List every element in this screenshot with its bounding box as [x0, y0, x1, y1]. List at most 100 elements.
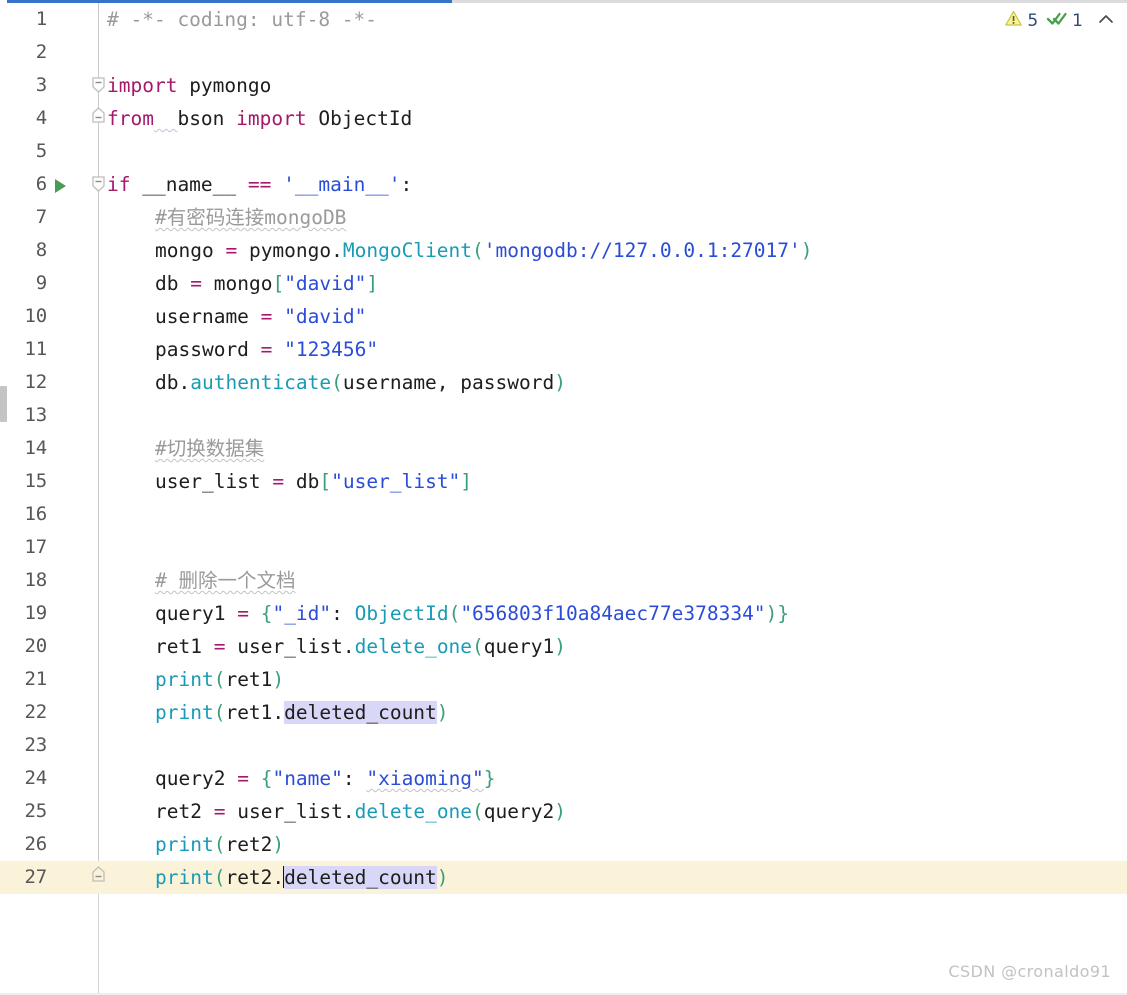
paren-close: ): [800, 239, 813, 262]
editor-row[interactable]: 2: [0, 36, 1127, 69]
code-editor[interactable]: 1 # -*- coding: utf-8 -*- 2 3 import pym…: [0, 0, 1127, 995]
operator-assign: =: [190, 272, 202, 295]
code-line[interactable]: ret1 = user_list.delete_one(query1): [155, 630, 566, 663]
line-number: 19: [24, 602, 48, 624]
code-line[interactable]: mongo = pymongo.MongoClient('mongodb://1…: [155, 234, 813, 267]
inspection-status-widget[interactable]: 5 1: [1002, 7, 1115, 35]
fold-marker-end-icon[interactable]: [90, 106, 107, 123]
code-line[interactable]: print(ret2.deleted_count): [155, 861, 449, 894]
editor-row[interactable]: 15 user_list = db["user_list"]: [0, 465, 1127, 498]
editor-row[interactable]: 21 print(ret1): [0, 663, 1127, 696]
editor-row[interactable]: 10 username = "david": [0, 300, 1127, 333]
paren-close: ): [436, 866, 449, 889]
paren-close: ): [765, 602, 778, 625]
line-number: 22: [24, 701, 48, 723]
editor-row-current[interactable]: 27 print(ret2.deleted_count): [0, 861, 1127, 894]
line-number: 24: [24, 767, 48, 789]
code-line[interactable]: # 删除一个文档: [155, 564, 295, 597]
code-line[interactable]: import pymongo: [107, 69, 271, 102]
editor-row[interactable]: 25 ret2 = user_list.delete_one(query2): [0, 795, 1127, 828]
code-line[interactable]: db = mongo["david"]: [155, 267, 378, 300]
fold-marker-collapse-icon[interactable]: [90, 176, 107, 193]
line-number: 2: [35, 41, 47, 63]
editor-row[interactable]: 13: [0, 399, 1127, 432]
string-name-key: "name": [272, 767, 343, 790]
code-line[interactable]: print(ret2): [155, 828, 284, 861]
colon: :: [342, 767, 367, 790]
comment-token: #有密码连接mongoDB: [155, 206, 347, 229]
ok-group[interactable]: 1: [1044, 9, 1085, 33]
bracket-close: ]: [460, 470, 473, 493]
paren-close: ): [436, 701, 449, 724]
operator-assign: =: [237, 602, 249, 625]
line-number: 16: [24, 503, 48, 525]
code-line[interactable]: #有密码连接mongoDB: [155, 201, 346, 234]
code-line[interactable]: print(ret1.deleted_count): [155, 696, 449, 729]
editor-row[interactable]: 26 print(ret2): [0, 828, 1127, 861]
operator-assign: =: [213, 635, 226, 658]
code-line[interactable]: db.authenticate(username, password): [155, 366, 566, 399]
editor-row[interactable]: 6 if __name__ == '__main__':: [0, 168, 1127, 201]
variable-ret1: ret1: [225, 701, 273, 724]
code-line[interactable]: print(ret1): [155, 663, 284, 696]
attribute-deleted-count: deleted_count: [284, 701, 437, 724]
code-line[interactable]: from bson import ObjectId: [107, 102, 412, 135]
warning-group[interactable]: 5: [1002, 9, 1040, 33]
dot: .: [178, 371, 191, 394]
operator-assign: =: [260, 305, 273, 328]
editor-row[interactable]: 1 # -*- coding: utf-8 -*-: [0, 3, 1127, 36]
fold-marker-end-icon[interactable]: [90, 865, 107, 882]
operator-assign: =: [225, 239, 238, 262]
editor-row[interactable]: 5: [0, 135, 1127, 168]
editor-row[interactable]: 8 mongo = pymongo.MongoClient('mongodb:/…: [0, 234, 1127, 267]
dot: .: [342, 635, 355, 658]
paren-open: (: [472, 239, 484, 262]
line-number: 1: [35, 8, 47, 30]
function-delete-one: delete_one: [354, 800, 473, 823]
code-line[interactable]: username = "david": [155, 300, 366, 333]
string-mongo-uri: 'mongodb://127.0.0.1:27017': [483, 239, 801, 262]
editor-row[interactable]: 4 from bson import ObjectId: [0, 102, 1127, 135]
line-number: 7: [35, 206, 47, 228]
class-name-objectid: ObjectId: [318, 107, 413, 130]
editor-row[interactable]: 23: [0, 729, 1127, 762]
brace-open: {: [260, 767, 273, 790]
editor-row[interactable]: 17: [0, 531, 1127, 564]
editor-row[interactable]: 20 ret1 = user_list.delete_one(query1): [0, 630, 1127, 663]
chevron-up-icon[interactable]: [1097, 12, 1115, 30]
code-line[interactable]: password = "123456": [155, 333, 378, 366]
run-gutter-icon[interactable]: [55, 179, 66, 193]
variable-username: username: [155, 305, 249, 328]
editor-row[interactable]: 7 #有密码连接mongoDB: [0, 201, 1127, 234]
paren-close: ): [272, 833, 285, 856]
variable-ret1: ret1: [225, 668, 273, 691]
editor-row[interactable]: 9 db = mongo["david"]: [0, 267, 1127, 300]
function-print: print: [155, 668, 214, 691]
editor-row[interactable]: 18 # 删除一个文档: [0, 564, 1127, 597]
string-collection-name: "user_list": [331, 470, 461, 493]
code-line[interactable]: #切换数据集: [155, 432, 264, 465]
editor-row[interactable]: 14 #切换数据集: [0, 432, 1127, 465]
code-line[interactable]: query1 = {"_id": ObjectId("656803f10a84a…: [155, 597, 789, 630]
line-number: 23: [24, 734, 48, 756]
editor-row[interactable]: 11 password = "123456": [0, 333, 1127, 366]
comment-token: # -*- coding: utf-8 -*-: [107, 8, 378, 31]
line-number: 5: [35, 140, 47, 162]
code-line[interactable]: query2 = {"name": "xiaoming"}: [155, 762, 496, 795]
editor-row[interactable]: 19 query1 = {"_id": ObjectId("656803f10a…: [0, 597, 1127, 630]
variable-user-list: user_list: [237, 800, 343, 823]
code-line[interactable]: user_list = db["user_list"]: [155, 465, 472, 498]
editor-row[interactable]: 12 db.authenticate(username, password): [0, 366, 1127, 399]
operator-assign: =: [272, 470, 285, 493]
editor-row[interactable]: 22 print(ret1.deleted_count): [0, 696, 1127, 729]
variable-db: db: [155, 371, 179, 394]
line-number: 3: [35, 74, 47, 96]
fold-marker-collapse-icon[interactable]: [90, 77, 107, 94]
editor-row[interactable]: 3 import pymongo: [0, 69, 1127, 102]
code-line[interactable]: # -*- coding: utf-8 -*-: [107, 3, 377, 36]
editor-row[interactable]: 16: [0, 498, 1127, 531]
variable-ret2: ret2: [225, 866, 273, 889]
code-line[interactable]: if __name__ == '__main__':: [107, 168, 412, 201]
code-line[interactable]: ret2 = user_list.delete_one(query2): [155, 795, 566, 828]
editor-row[interactable]: 24 query2 = {"name": "xiaoming"}: [0, 762, 1127, 795]
